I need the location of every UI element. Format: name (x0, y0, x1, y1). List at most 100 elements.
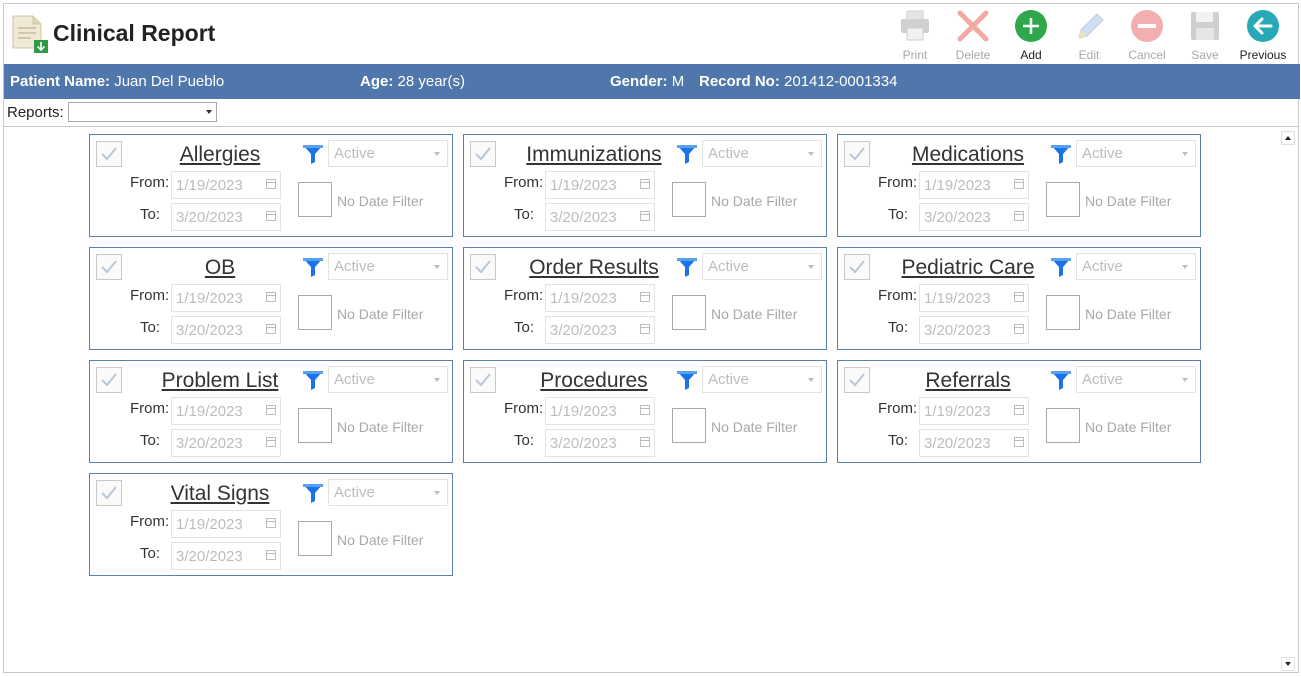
calendar-icon[interactable] (640, 179, 650, 189)
no-date-filter-checkbox[interactable] (298, 408, 332, 443)
calendar-icon[interactable] (266, 179, 276, 189)
no-date-filter-checkbox[interactable] (1046, 182, 1080, 217)
filter-icon[interactable] (1050, 256, 1072, 283)
from-date-input[interactable]: 1/19/2023 (545, 284, 655, 312)
print-button[interactable]: Print (886, 8, 944, 62)
no-date-filter-checkbox[interactable] (298, 521, 332, 556)
status-select[interactable]: Active (702, 140, 822, 167)
status-select[interactable]: Active (328, 140, 448, 167)
from-date-input[interactable]: 1/19/2023 (919, 397, 1029, 425)
report-title-link[interactable]: Pediatric Care (878, 256, 1058, 280)
previous-button[interactable]: Previous (1234, 8, 1292, 62)
filter-icon[interactable] (676, 369, 698, 396)
from-date-input[interactable]: 1/19/2023 (919, 284, 1029, 312)
calendar-icon[interactable] (640, 437, 650, 447)
no-date-filter-checkbox[interactable] (672, 408, 706, 443)
from-date-input[interactable]: 1/19/2023 (171, 171, 281, 199)
to-date-input[interactable]: 3/20/2023 (545, 203, 655, 231)
filter-icon[interactable] (302, 482, 324, 509)
report-title-link[interactable]: Vital Signs (130, 482, 310, 506)
calendar-icon[interactable] (1014, 437, 1024, 447)
report-checkbox[interactable] (96, 141, 122, 167)
no-date-filter-checkbox[interactable] (298, 182, 332, 217)
calendar-icon[interactable] (266, 550, 276, 560)
scroll-up-button[interactable] (1281, 131, 1295, 145)
calendar-icon[interactable] (640, 324, 650, 334)
calendar-icon[interactable] (266, 211, 276, 221)
filter-icon[interactable] (1050, 369, 1072, 396)
add-button[interactable]: Add (1002, 8, 1060, 62)
report-checkbox[interactable] (96, 254, 122, 280)
status-select[interactable]: Active (702, 366, 822, 393)
report-checkbox[interactable] (470, 254, 496, 280)
calendar-icon[interactable] (266, 292, 276, 302)
filter-icon[interactable] (302, 143, 324, 170)
report-title-link[interactable]: Order Results (504, 256, 684, 280)
filter-icon[interactable] (676, 143, 698, 170)
edit-button[interactable]: Edit (1060, 8, 1118, 62)
to-date-input[interactable]: 3/20/2023 (171, 316, 281, 344)
from-date-input[interactable]: 1/19/2023 (171, 510, 281, 538)
report-checkbox[interactable] (844, 254, 870, 280)
report-title-link[interactable]: Problem List (130, 369, 310, 393)
from-date-input[interactable]: 1/19/2023 (545, 397, 655, 425)
save-button[interactable]: Save (1176, 8, 1234, 62)
report-checkbox[interactable] (470, 367, 496, 393)
calendar-icon[interactable] (1014, 292, 1024, 302)
filter-icon[interactable] (676, 256, 698, 283)
to-date-input[interactable]: 3/20/2023 (919, 429, 1029, 457)
calendar-icon[interactable] (266, 324, 276, 334)
from-date-input[interactable]: 1/19/2023 (171, 284, 281, 312)
report-title-link[interactable]: OB (130, 256, 310, 280)
report-checkbox[interactable] (844, 141, 870, 167)
calendar-icon[interactable] (266, 405, 276, 415)
status-select[interactable]: Active (328, 479, 448, 506)
no-date-filter-checkbox[interactable] (672, 182, 706, 217)
report-checkbox[interactable] (470, 141, 496, 167)
report-checkbox[interactable] (844, 367, 870, 393)
to-date-input[interactable]: 3/20/2023 (545, 429, 655, 457)
status-select[interactable]: Active (1076, 140, 1196, 167)
calendar-icon[interactable] (1014, 179, 1024, 189)
to-date-input[interactable]: 3/20/2023 (171, 542, 281, 570)
calendar-icon[interactable] (266, 518, 276, 528)
calendar-icon[interactable] (266, 437, 276, 447)
status-select[interactable]: Active (1076, 366, 1196, 393)
to-date-input[interactable]: 3/20/2023 (171, 429, 281, 457)
report-title-link[interactable]: Procedures (504, 369, 684, 393)
report-title-link[interactable]: Referrals (878, 369, 1058, 393)
report-title-link[interactable]: Medications (878, 143, 1058, 167)
from-date-input[interactable]: 1/19/2023 (545, 171, 655, 199)
filter-icon[interactable] (1050, 143, 1072, 170)
from-date-input[interactable]: 1/19/2023 (171, 397, 281, 425)
report-checkbox[interactable] (96, 367, 122, 393)
report-title-link[interactable]: Immunizations (504, 143, 684, 167)
no-date-filter-checkbox[interactable] (1046, 408, 1080, 443)
to-date-input[interactable]: 3/20/2023 (171, 203, 281, 231)
to-date-input[interactable]: 3/20/2023 (919, 316, 1029, 344)
status-select[interactable]: Active (702, 253, 822, 280)
reports-select[interactable] (68, 102, 217, 122)
calendar-icon[interactable] (1014, 211, 1024, 221)
filter-icon[interactable] (302, 256, 324, 283)
status-select[interactable]: Active (328, 253, 448, 280)
report-checkbox[interactable] (96, 480, 122, 506)
no-date-filter-checkbox[interactable] (672, 295, 706, 330)
status-select[interactable]: Active (1076, 253, 1196, 280)
status-select[interactable]: Active (328, 366, 448, 393)
cancel-button[interactable]: Cancel (1118, 8, 1176, 62)
to-date-input[interactable]: 3/20/2023 (919, 203, 1029, 231)
no-date-filter-checkbox[interactable] (298, 295, 332, 330)
calendar-icon[interactable] (1014, 405, 1024, 415)
filter-icon[interactable] (302, 369, 324, 396)
from-date-input[interactable]: 1/19/2023 (919, 171, 1029, 199)
scroll-down-button[interactable] (1281, 657, 1295, 671)
calendar-icon[interactable] (640, 405, 650, 415)
calendar-icon[interactable] (640, 211, 650, 221)
to-date-input[interactable]: 3/20/2023 (545, 316, 655, 344)
no-date-filter-checkbox[interactable] (1046, 295, 1080, 330)
report-title-link[interactable]: Allergies (130, 143, 310, 167)
calendar-icon[interactable] (640, 292, 650, 302)
calendar-icon[interactable] (1014, 324, 1024, 334)
delete-button[interactable]: Delete (944, 8, 1002, 62)
